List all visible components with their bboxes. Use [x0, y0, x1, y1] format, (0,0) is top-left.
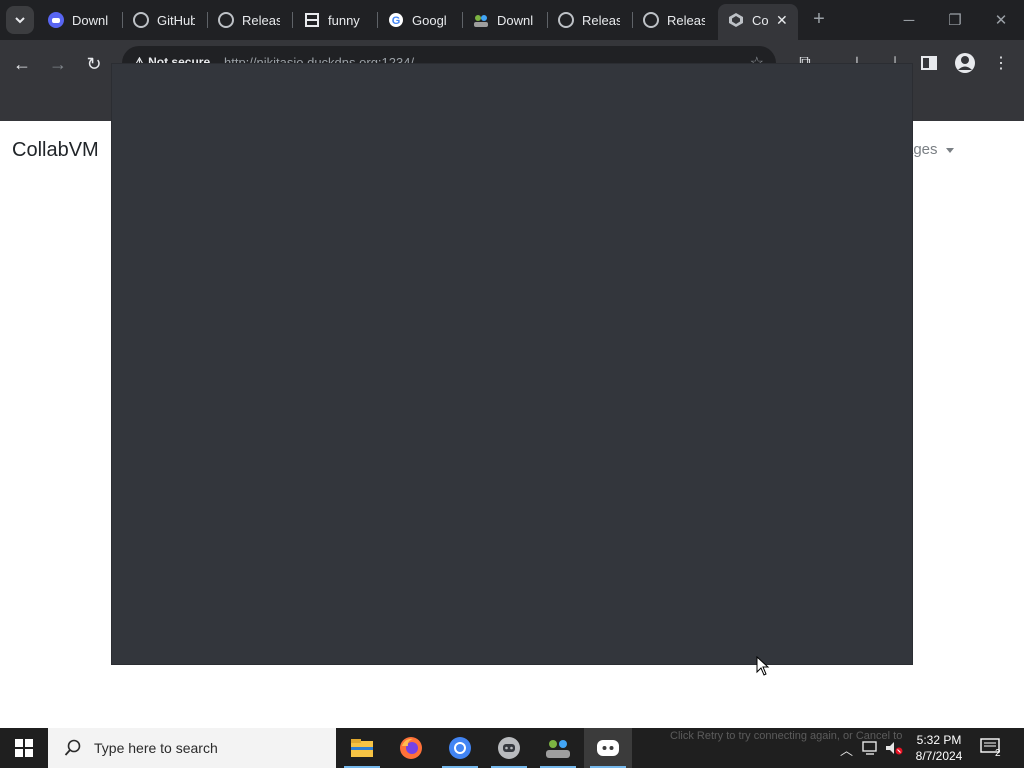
tab-separator: [292, 12, 293, 28]
tab-title: Releas: [667, 12, 705, 28]
profile-avatar-icon[interactable]: [954, 52, 976, 74]
taskbar-search-box[interactable]: Type here to search: [48, 728, 336, 768]
clock-time: 5:32 PM: [916, 733, 962, 747]
tab-separator: [377, 12, 378, 28]
taskbar: Type here to search Click Retry to try c…: [0, 728, 1024, 768]
tab-title: Releas: [242, 12, 280, 28]
file-explorer-icon: [351, 739, 373, 757]
discord-icon: [597, 740, 619, 756]
search-icon: [62, 739, 84, 757]
people-icon: [546, 740, 570, 758]
tab-9[interactable]: Co: [728, 6, 768, 34]
show-hidden-icons-button[interactable]: ︿: [840, 740, 853, 759]
discord-active-button[interactable]: [584, 728, 632, 768]
chromium-icon: [449, 737, 471, 759]
network-icon[interactable]: [862, 740, 880, 759]
tab-separator: [207, 12, 208, 28]
github-icon: [643, 12, 659, 28]
restore-button[interactable]: ❐: [932, 0, 978, 40]
tab-2[interactable]: GitHub: [133, 6, 195, 34]
tab-separator: [122, 12, 123, 28]
tab-title: Downl: [72, 12, 109, 28]
github-icon: [133, 12, 149, 28]
github-icon: [218, 12, 234, 28]
google-icon: G: [388, 12, 404, 28]
github-icon: [558, 12, 574, 28]
meme-icon: [304, 12, 320, 28]
tab-4[interactable]: funny: [304, 6, 366, 34]
file-explorer-button[interactable]: [338, 728, 386, 768]
restore-icon: ❐: [948, 12, 962, 29]
chevron-up-icon: ︿: [840, 743, 854, 758]
chevron-down-icon: [15, 17, 25, 24]
svg-text:G: G: [392, 15, 401, 27]
side-panel-icon[interactable]: [918, 52, 940, 74]
tab-3[interactable]: Releas: [218, 6, 280, 34]
windows-logo-icon: [15, 739, 33, 757]
clock-date: 8/7/2024: [915, 749, 963, 763]
navbar-brand[interactable]: CollabVM: [12, 139, 99, 162]
close-icon: ✕: [994, 12, 1008, 29]
tab-title: Co: [752, 12, 768, 28]
tab-title: funny: [328, 12, 360, 28]
chromium-button[interactable]: [436, 728, 484, 768]
people-icon: [473, 12, 489, 28]
tab-title: Downl: [497, 12, 534, 28]
discord-button[interactable]: [485, 728, 533, 768]
plus-icon: +: [813, 8, 825, 30]
kebab-menu-icon[interactable]: ⋮: [990, 52, 1012, 74]
forward-button[interactable]: →: [46, 52, 70, 76]
reload-icon: ↻: [86, 53, 102, 74]
minimize-icon: ─: [903, 11, 915, 29]
people-app-button[interactable]: [534, 728, 582, 768]
tab-title: Googl: [412, 12, 447, 28]
notification-count: 2: [995, 748, 1001, 759]
tab-separator: [632, 12, 633, 28]
collabvm-icon: [728, 12, 744, 28]
tab-close-button[interactable]: ✕: [776, 11, 790, 29]
arrow-left-icon: ←: [13, 53, 31, 74]
pages-dropdown[interactable]: ages: [905, 141, 954, 158]
tab-1[interactable]: Downl: [48, 6, 110, 34]
tab-title: Releas: [582, 12, 620, 28]
mouse-cursor-icon: [756, 656, 770, 676]
tab-search-button[interactable]: [6, 6, 34, 34]
tab-5[interactable]: G Googl: [388, 6, 450, 34]
discord-icon: [48, 12, 64, 28]
firefox-button[interactable]: [387, 728, 435, 768]
close-icon: ✕: [776, 11, 788, 28]
close-window-button[interactable]: ✕: [978, 0, 1024, 40]
vm-viewport[interactable]: [112, 64, 912, 664]
caret-down-icon: [945, 147, 954, 153]
minimize-button[interactable]: ─: [886, 0, 932, 40]
tab-7[interactable]: Releas: [558, 6, 620, 34]
arrow-right-icon: →: [49, 53, 67, 74]
tab-separator: [547, 12, 548, 28]
tab-separator: [462, 12, 463, 28]
search-placeholder: Type here to search: [94, 740, 218, 756]
tab-8[interactable]: Releas: [643, 6, 705, 34]
discord-icon: [498, 737, 520, 759]
reload-button[interactable]: ↻: [82, 52, 106, 76]
taskbar-clock[interactable]: 5:32 PM 8/7/2024: [908, 732, 970, 764]
tab-6[interactable]: Downl: [473, 6, 535, 34]
new-tab-button[interactable]: +: [808, 8, 830, 30]
volume-muted-icon[interactable]: [884, 740, 904, 759]
firefox-icon: [400, 737, 422, 759]
back-button[interactable]: ←: [10, 52, 34, 76]
start-button[interactable]: [0, 728, 48, 768]
tab-strip: Downl GitHub Releas funny G Googl Downl …: [0, 0, 1024, 40]
tab-title: GitHub: [157, 12, 195, 28]
